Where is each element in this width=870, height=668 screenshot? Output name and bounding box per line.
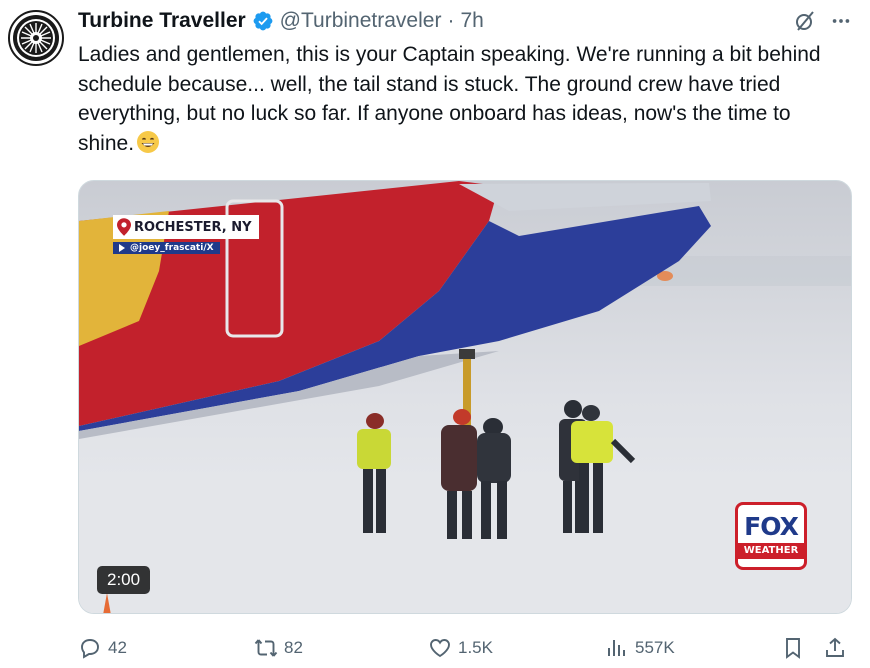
bookmark-icon xyxy=(786,638,800,659)
views-count: 557K xyxy=(635,638,675,657)
display-name[interactable]: Turbine Traveller xyxy=(78,9,246,33)
tweet-top-actions xyxy=(792,8,854,34)
views-icon xyxy=(608,640,625,656)
video-player[interactable]: ROCHESTER, NY @joey_frascati/X FOX WEATH… xyxy=(78,180,852,614)
turbine-avatar-icon xyxy=(13,15,59,61)
logo-word: FOX xyxy=(744,512,799,541)
video-duration: 2:00 xyxy=(97,566,151,594)
tweet-text: Ladies and gentlemen, this is your Capta… xyxy=(78,40,848,158)
tweet-action-bar: 42 82 1.5K 557K xyxy=(78,632,853,664)
user-handle[interactable]: @Turbinetraveler xyxy=(280,9,442,33)
reply-count: 42 xyxy=(108,638,127,657)
like-button[interactable]: 1.5K xyxy=(428,632,493,664)
repost-count: 82 xyxy=(284,638,303,657)
play-icon xyxy=(119,244,125,252)
avatar[interactable] xyxy=(8,10,64,66)
separator-dot: · xyxy=(447,9,455,32)
location-pin-icon xyxy=(117,218,131,236)
location-label: ROCHESTER, NY xyxy=(134,219,252,235)
timestamp[interactable]: 7h xyxy=(460,9,483,33)
credit-tag: @joey_frascati/X xyxy=(113,242,220,254)
credit-label: @joey_frascati/X xyxy=(130,243,214,253)
repost-icon xyxy=(254,639,278,657)
verified-badge-icon xyxy=(252,10,274,32)
views-button[interactable]: 557K xyxy=(605,632,675,664)
tweet-body: Ladies and gentlemen, this is your Capta… xyxy=(78,43,821,155)
logo-sub: WEATHER xyxy=(738,543,804,559)
more-icon[interactable] xyxy=(828,8,854,34)
share-button[interactable] xyxy=(823,632,847,664)
grok-icon[interactable] xyxy=(792,8,818,34)
reply-button[interactable]: 42 xyxy=(78,632,127,664)
bookmark-button[interactable] xyxy=(781,632,805,664)
repost-button[interactable]: 82 xyxy=(254,632,303,664)
like-count: 1.5K xyxy=(458,638,493,657)
tweet-header: Turbine Traveller @Turbinetraveler · 7h xyxy=(78,6,484,36)
like-icon xyxy=(430,639,450,658)
share-icon xyxy=(826,637,844,657)
reply-icon xyxy=(81,639,99,659)
fox-weather-logo: FOX WEATHER xyxy=(735,502,807,570)
location-tag: ROCHESTER, NY xyxy=(113,215,260,239)
grin-emoji xyxy=(136,130,160,154)
